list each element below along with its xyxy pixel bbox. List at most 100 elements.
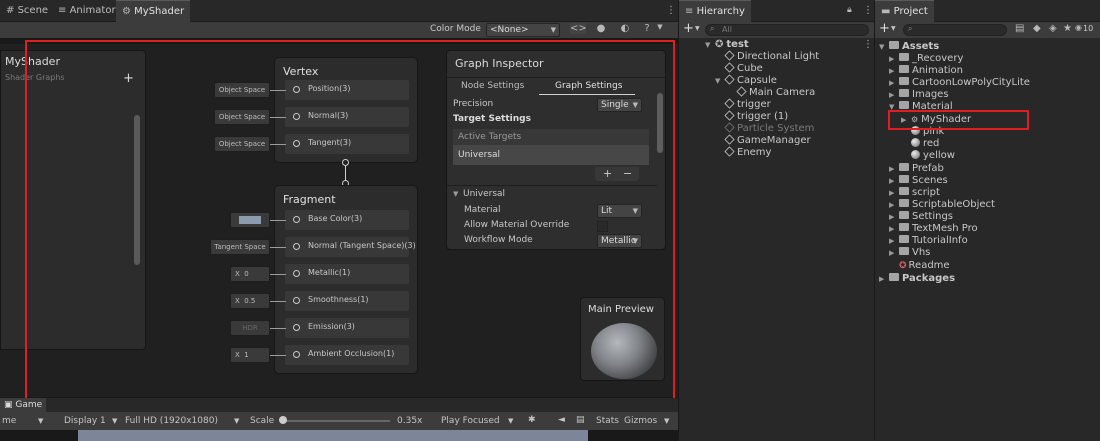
project-folder-row[interactable]: ▶ Settings [889,211,953,222]
hierarchy-item-inactive[interactable]: Particle System [715,121,814,134]
project-asset-material[interactable]: yellow [911,149,955,161]
asset-label: yellow [923,150,955,161]
hierarchy-toolbar: + ▼ ⌕ All [679,21,875,38]
collapsed-arrow-icon: ▶ [879,275,885,283]
scale-value: 0.35x [397,416,423,426]
scene-menu-icon[interactable]: ⋮ [863,39,873,50]
folder-icon [889,273,899,281]
project-toolbar: + ▼ ⌕ ▤ ◆ ◈ ★ ◉ 10 [875,21,1100,38]
project-search-input[interactable]: ⌕ [903,24,1007,36]
chevron-down-icon: ▼ [550,26,556,34]
color-mode-dropdown[interactable]: <None> ▼ [486,23,560,37]
project-asset-material[interactable]: red [911,137,939,149]
scale-slider-handle[interactable] [279,416,287,424]
dropdown-arrow-icon[interactable]: ▼ [655,23,665,31]
info-icon[interactable]: ● [594,23,608,34]
project-assets-row[interactable]: ▼ Assets [879,41,939,52]
lock-icon[interactable]: 🔒︎ [847,5,852,15]
collapsed-arrow-icon: ▶ [889,79,895,87]
globe-icon[interactable]: ◐ [618,23,632,34]
play-focused-dropdown[interactable]: Play Focused [441,416,500,426]
tab-myshader-label: MyShader [134,6,185,17]
project-asset-readme[interactable]: ✪ Readme [899,260,950,271]
tab-project[interactable]: ▬ Project [875,0,934,22]
expanded-arrow-icon[interactable]: ▼ [715,77,725,85]
chevron-down-icon: ▼ [891,25,896,32]
project-folder-row[interactable]: ▶ TextMesh Pro [889,223,978,234]
folder-label: Animation [912,65,963,76]
hierarchy-item[interactable]: Main Camera [727,85,816,98]
hierarchy-scene-row[interactable]: ▼ ✪ test [705,39,749,50]
folder-icon [899,163,909,171]
hierarchy-item[interactable]: trigger (1) [715,109,788,122]
tab-animator-label: Animator [69,5,116,16]
folder-label: Scenes [912,175,948,186]
hierarchy-item[interactable]: GameManager [715,133,811,146]
hierarchy-item-label: Main Camera [749,87,816,98]
project-tab-bar: ▬ Project [875,0,1100,22]
hierarchy-item-label: trigger [737,99,771,110]
project-folder-row[interactable]: ▶ TutorialInfo [889,235,968,246]
mute-icon[interactable]: ◄ [558,415,565,425]
folder-icon [899,77,909,85]
hierarchy-item[interactable]: ▼ Capsule [715,73,777,86]
tab-scene[interactable]: # Scene [0,0,54,22]
hierarchy-search-input[interactable]: ⌕ All [705,24,869,36]
hierarchy-item[interactable]: trigger [715,97,771,110]
gameobject-icon [724,97,735,109]
tab-animator[interactable]: ≡ Animator [52,0,122,22]
scale-slider[interactable] [280,420,390,422]
color-mode-label: Color Mode [430,24,481,34]
layout-icon[interactable]: ▤ [576,415,585,425]
filter-type-icon[interactable]: ◆ [1033,23,1041,34]
hierarchy-item[interactable]: Enemy [715,145,772,158]
create-asset-button[interactable]: + [879,21,890,36]
project-folder-row[interactable]: ▶ _Recovery [889,53,963,64]
project-folder-row[interactable]: ▶ Prefab [889,163,944,174]
filter-label-icon[interactable]: ◈ [1049,23,1057,34]
project-folder-row[interactable]: ▶ script [889,187,940,198]
chevron-down-icon: ▼ [112,417,118,425]
game-tab-bar: ▣ Game [0,398,678,412]
tab-game[interactable]: ▣ Game [0,398,47,412]
visibility-icon[interactable]: ◉ [1075,23,1082,32]
project-folder-row[interactable]: ▶ ScriptableObject [889,199,995,210]
favorite-icon[interactable]: ★ [1063,23,1072,34]
tab-hierarchy[interactable]: ≡ Hierarchy [679,0,751,22]
project-folder-row[interactable]: ▶ Scenes [889,175,948,186]
folder-label: TutorialInfo [912,235,968,246]
collapsed-arrow-icon: ▶ [889,189,895,197]
hierarchy-item-label: Enemy [737,147,772,158]
assets-label: Assets [902,41,940,52]
hidden-packages-count: 10 [1083,24,1094,33]
tab-myshader[interactable]: ⚙ MyShader [116,0,191,22]
more-options-icon[interactable]: ⋮ [666,5,676,16]
project-folder-row[interactable]: ▶ Animation [889,65,963,76]
display-dropdown[interactable]: Display 1 [64,416,106,426]
hierarchy-item[interactable]: Cube [715,61,763,74]
gizmos-button[interactable]: Gizmos [624,416,657,426]
stats-button[interactable]: Stats [596,416,619,426]
chevron-down-icon: ▼ [38,417,44,425]
readme-icon: ✪ [899,261,907,271]
game-view-area[interactable] [78,430,588,441]
project-folder-row[interactable]: ▶ Vhs [889,247,930,258]
scene-search-icon[interactable]: ▤ [1015,23,1024,34]
more-options-icon[interactable]: ⋮ [863,5,873,16]
project-packages-row[interactable]: ▶ Packages [879,273,955,284]
link-icon[interactable]: <> [570,23,587,34]
project-folder-row[interactable]: ▶ CartoonLowPolyCityLite [889,77,1030,88]
folder-icon [899,53,909,61]
gameobject-icon [724,61,735,73]
create-object-button[interactable]: + [683,21,694,36]
hierarchy-item[interactable]: Directional Light [715,49,819,62]
bug-icon[interactable]: ✱ [528,415,536,425]
help-icon[interactable]: ? [640,23,654,34]
resolution-dropdown[interactable]: Full HD (1920x1080) [125,416,218,426]
material-sphere-icon [911,149,920,159]
folder-icon [899,187,909,195]
game-view-mode[interactable]: me [2,416,16,426]
project-folder-row[interactable]: ▶ Images [889,89,949,100]
chevron-down-icon: ▼ [664,417,670,425]
chevron-down-icon: ▼ [234,417,240,425]
